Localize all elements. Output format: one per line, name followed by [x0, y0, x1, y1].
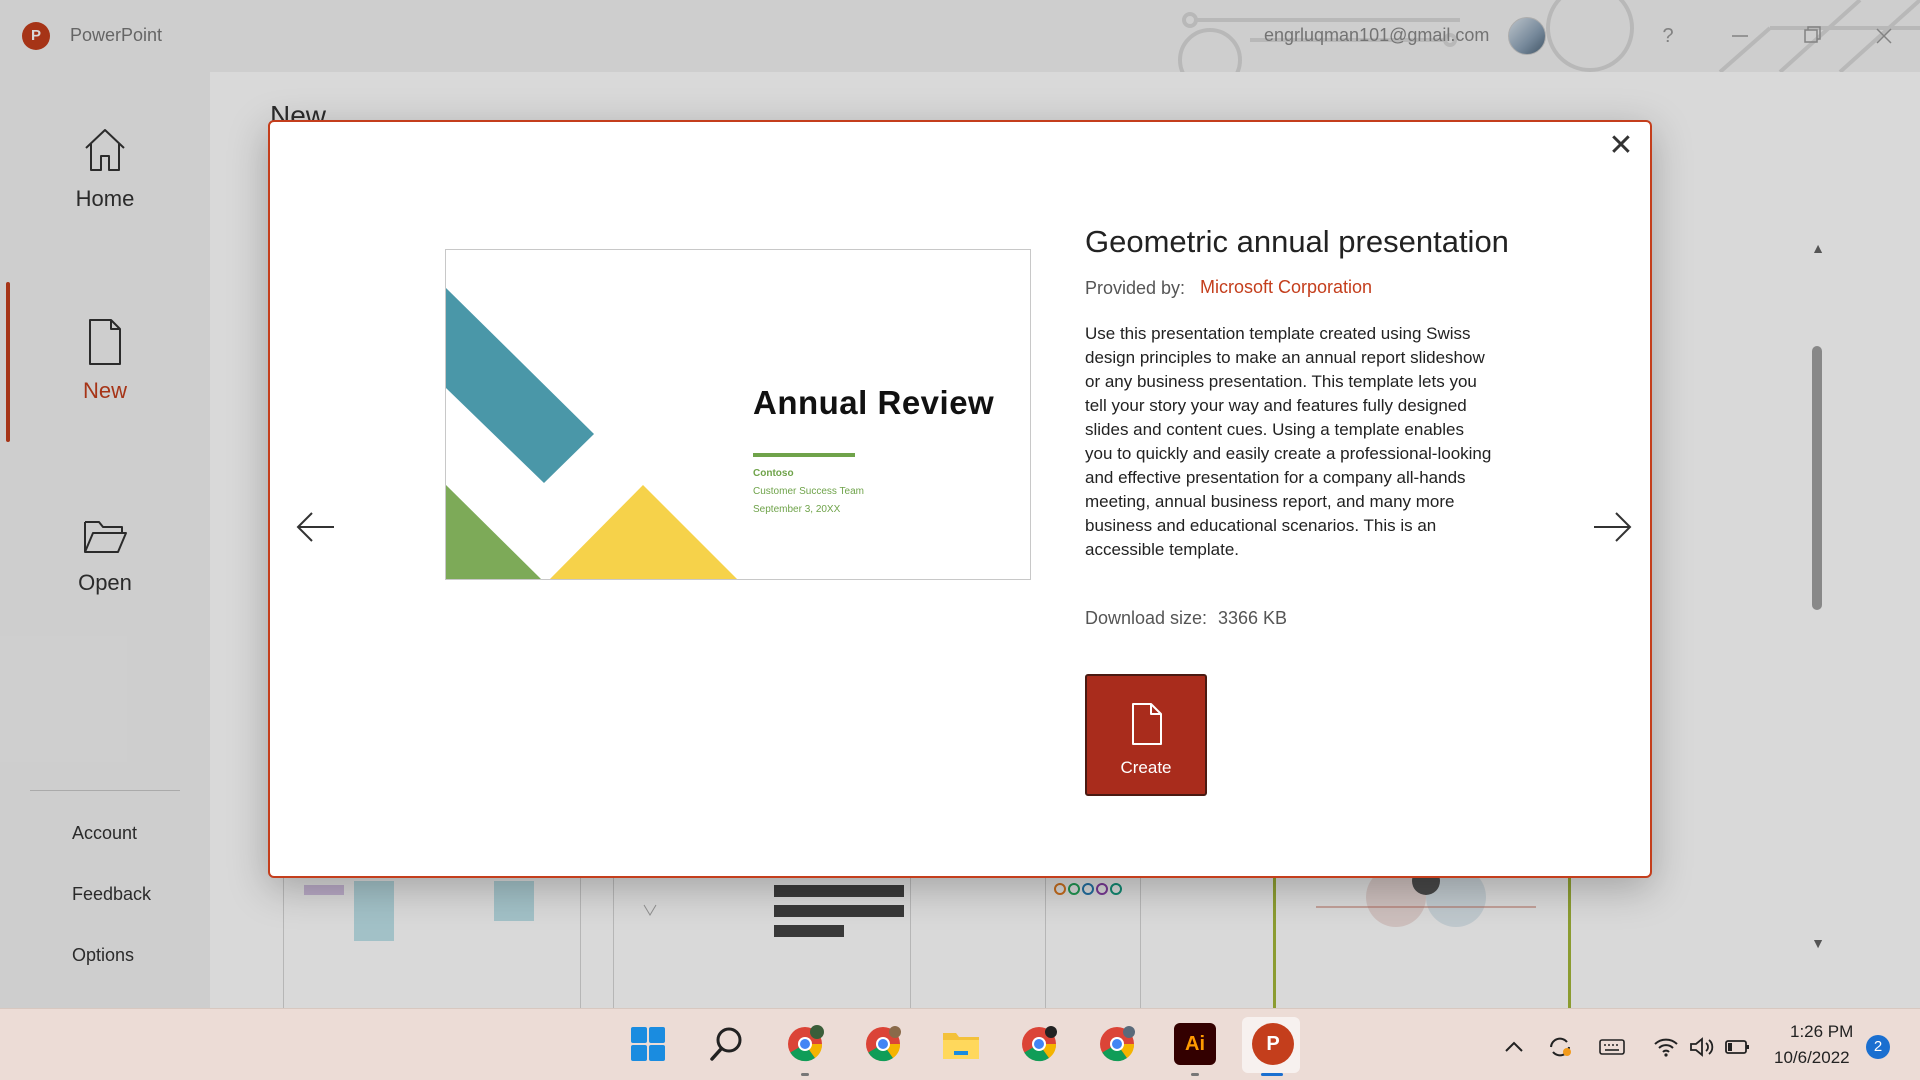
download-size-label: Download size:	[1085, 608, 1207, 629]
notification-badge[interactable]: 2	[1866, 1035, 1890, 1059]
previous-template-arrow-icon[interactable]	[290, 502, 340, 552]
clock-date[interactable]: 10/6/2022	[1774, 1048, 1850, 1068]
running-indicator	[1191, 1073, 1199, 1076]
slide-team: Customer Success Team	[753, 486, 864, 497]
template-preview-dialog: ✕ Annual Review Contoso Customer Success…	[268, 120, 1652, 878]
taskbar: Ai P 1:26 PM 10/6/2022 2	[0, 1008, 1920, 1080]
windows-start-icon[interactable]	[627, 1023, 669, 1065]
new-document-icon	[1129, 702, 1165, 746]
chrome-icon[interactable]	[1096, 1023, 1138, 1065]
search-icon[interactable]	[706, 1023, 748, 1065]
template-title: Geometric annual presentation	[1085, 224, 1509, 260]
template-description: Use this presentation template created u…	[1085, 322, 1495, 562]
provided-by-label: Provided by:	[1085, 278, 1185, 299]
close-dialog-button[interactable]: ✕	[1606, 132, 1636, 162]
keyboard-icon[interactable]	[1598, 1035, 1626, 1059]
file-explorer-icon[interactable]	[940, 1023, 982, 1065]
active-app-indicator	[1261, 1073, 1283, 1076]
chrome-icon[interactable]	[784, 1023, 826, 1065]
download-size-value: 3366 KB	[1218, 608, 1287, 629]
slide-date: September 3, 20XX	[753, 504, 840, 515]
battery-icon[interactable]	[1724, 1035, 1752, 1059]
next-template-arrow-icon[interactable]	[1588, 502, 1638, 552]
powerpoint-icon[interactable]: P	[1252, 1023, 1294, 1065]
create-button-label: Create	[1087, 758, 1205, 778]
slide-accent-line	[753, 453, 855, 457]
scroll-up-arrow-icon[interactable]: ▲	[1810, 240, 1826, 254]
chrome-icon[interactable]	[862, 1023, 904, 1065]
scroll-down-arrow-icon[interactable]: ▼	[1810, 935, 1826, 949]
slide-title: Annual Review	[753, 384, 994, 422]
template-preview-image: Annual Review Contoso Customer Success T…	[445, 249, 1031, 580]
chevron-up-icon[interactable]	[1500, 1035, 1528, 1059]
clock-time[interactable]: 1:26 PM	[1790, 1022, 1853, 1042]
scrollbar-thumb[interactable]	[1812, 346, 1822, 610]
provider-name: Microsoft Corporation	[1200, 277, 1372, 298]
volume-icon[interactable]	[1688, 1035, 1716, 1059]
chrome-icon[interactable]	[1018, 1023, 1060, 1065]
running-indicator	[801, 1073, 809, 1076]
slide-company: Contoso	[753, 468, 794, 479]
create-button[interactable]: Create	[1085, 674, 1207, 796]
illustrator-icon[interactable]: Ai	[1174, 1023, 1216, 1065]
sync-icon[interactable]	[1546, 1035, 1574, 1059]
wifi-icon[interactable]	[1652, 1035, 1680, 1059]
